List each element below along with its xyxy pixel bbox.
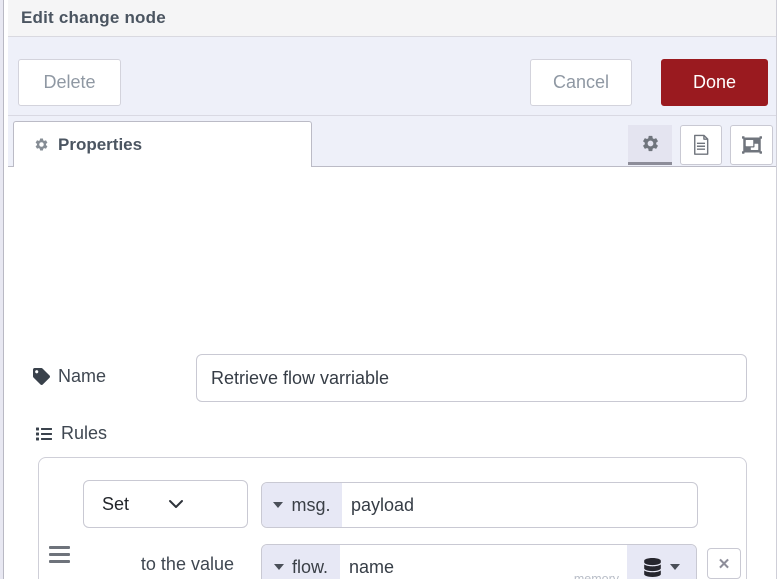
edit-change-node-dialog: Edit change node Delete Cancel Done Prop… [0, 0, 781, 579]
target-value-body [342, 483, 697, 527]
tab-properties[interactable]: Properties [13, 121, 312, 167]
caret-down-icon [273, 564, 284, 570]
done-button[interactable]: Done [661, 59, 768, 106]
caret-down-icon [273, 502, 284, 508]
source-value-body: memory [340, 545, 627, 579]
tag-icon [33, 368, 50, 385]
properties-gear-button[interactable] [628, 125, 672, 165]
source-property-input[interactable] [340, 556, 627, 578]
dialog-header: Edit change node [8, 0, 776, 37]
rule-drag-handle[interactable] [49, 546, 70, 564]
delete-button[interactable]: Delete [18, 59, 121, 106]
database-icon [643, 557, 661, 577]
tab-bar: Properties [8, 116, 776, 167]
list-icon [35, 426, 53, 442]
context-store-button[interactable] [627, 545, 696, 579]
dialog-toolbar: Delete Cancel Done [8, 37, 776, 116]
rules-container: Set msg. payload to the value flow. name… [38, 457, 747, 579]
chevron-down-icon [168, 498, 234, 510]
dialog-title: Edit change node [21, 8, 166, 27]
source-type-label: flow. [291, 556, 329, 577]
document-icon [691, 134, 711, 156]
name-label-text: Name [58, 366, 107, 386]
gear-icon [641, 134, 660, 153]
appearance-tab-button[interactable] [730, 125, 773, 165]
hamburger-icon [49, 546, 70, 564]
description-tab-button[interactable] [680, 125, 722, 165]
cancel-button[interactable]: Cancel [530, 59, 632, 106]
name-label: Name [33, 366, 106, 387]
caret-down-icon [669, 564, 680, 570]
rule-source-typed-input: flow. memory [261, 544, 697, 579]
rule-action-value: Set [102, 493, 130, 514]
gear-icon [34, 137, 49, 152]
remove-rule-button[interactable]: ✕ [707, 548, 741, 579]
target-property-input[interactable] [342, 494, 697, 516]
rule-action-select[interactable]: Set [83, 480, 248, 528]
properties-panel: Name Rules Set [8, 167, 776, 579]
target-type-button[interactable]: msg. [262, 483, 342, 527]
workspace-edge [0, 0, 4, 579]
object-group-icon [741, 135, 763, 155]
to-the-value-label: to the value [140, 554, 234, 574]
tab-properties-label: Properties [58, 134, 143, 154]
edit-tray: Edit change node Delete Cancel Done Prop… [8, 0, 777, 579]
rule-target-typed-input: msg. [261, 482, 698, 528]
name-input[interactable] [196, 354, 747, 402]
source-type-button[interactable]: flow. [262, 545, 340, 579]
rules-label-text: Rules [61, 423, 108, 443]
rules-label: Rules [35, 423, 107, 444]
target-type-label: msg. [291, 494, 331, 515]
